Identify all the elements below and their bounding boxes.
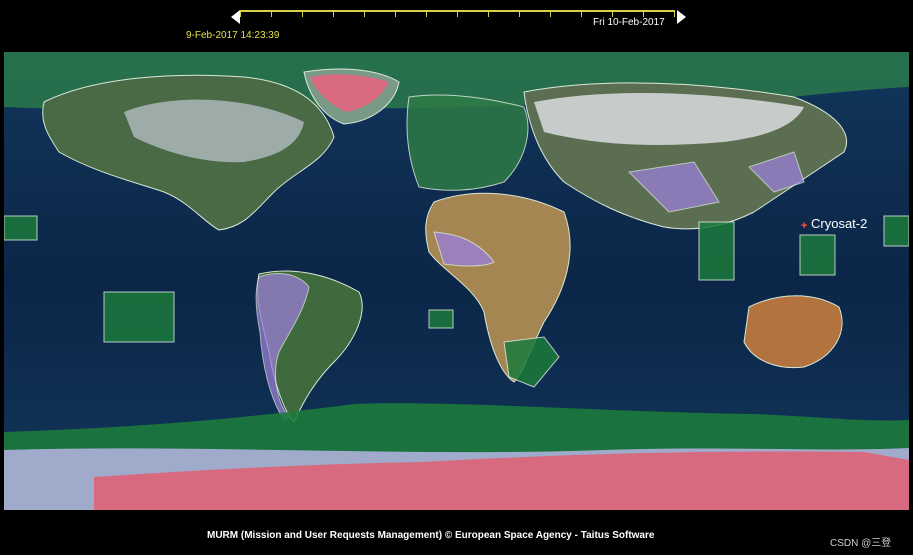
timeline-tick [271, 10, 272, 17]
timeline-start-label: 9-Feb-2017 14:23:39 [186, 30, 280, 41]
timeline-tick [426, 10, 427, 17]
timeline-bar: 9-Feb-2017 14:23:39 Fri 10-Feb-2017 [0, 0, 913, 52]
indonesia-green-zone [698, 221, 735, 281]
pacific-green-zone-1 [799, 234, 836, 276]
timeline-back-arrow-icon[interactable] [231, 10, 240, 24]
atlantic-green-zone [428, 309, 454, 329]
timeline-tick [395, 10, 396, 17]
satellite-marker-icon[interactable]: + [801, 220, 807, 232]
timeline-end-label: Fri 10-Feb-2017 [593, 17, 665, 28]
timeline-tick [643, 10, 644, 17]
timeline-tick [302, 10, 303, 17]
pacific-green-zone-2 [103, 291, 175, 343]
satellite-label[interactable]: Cryosat-2 [811, 216, 867, 231]
world-map[interactable] [4, 52, 909, 510]
timeline-forward-arrow-icon[interactable] [677, 10, 686, 24]
timeline-tick [488, 10, 489, 17]
timeline-tick [581, 10, 582, 17]
east-edge-green-zone [883, 215, 909, 247]
timeline-tick [550, 10, 551, 17]
timeline-tick [674, 10, 675, 17]
footer-credit: MURM (Mission and User Requests Manageme… [207, 530, 655, 541]
europe-landmass [406, 94, 529, 191]
timeline-tick [364, 10, 365, 17]
timeline-tick [457, 10, 458, 17]
timeline-tick [333, 10, 334, 17]
timeline-tick [240, 10, 241, 17]
west-edge-green-zone [4, 215, 38, 241]
timeline-tick [612, 10, 613, 17]
watermark: CSDN @三登 [830, 538, 892, 549]
timeline-tick [519, 10, 520, 17]
